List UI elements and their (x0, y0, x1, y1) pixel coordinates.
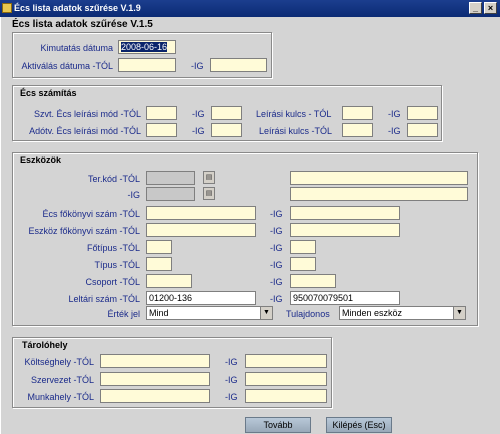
ertek-jel-value: Mind (149, 308, 169, 318)
eszkoz-fokonyvi-label: Eszköz főkönyvi szám -TÓL (28, 226, 140, 236)
munkahely-ig-field[interactable] (245, 389, 327, 403)
kimutatas-datuma-label: Kimutatás dátuma (40, 43, 113, 53)
ecs-fokonyvi-ig-label: -IG (270, 209, 283, 219)
szervezet-ig-label: -IG (225, 375, 238, 385)
leltari-szam-label: Leltári szám -TÓL (68, 294, 140, 304)
leltari-szam-ig-label: -IG (270, 294, 283, 304)
munkahely-tol-field[interactable] (100, 389, 210, 403)
szvt-leirasi-mod-label: Szvt. Écs leírási mód -TÓL (33, 109, 141, 119)
tipus-ig-field[interactable] (290, 257, 316, 271)
kimutatas-datuma-field[interactable]: 2008-06-16 (118, 40, 176, 54)
leirasi-kulcs2-ig-field[interactable] (407, 123, 438, 137)
tipus-ig-label: -IG (270, 260, 283, 270)
tipus-label: Típus -TÓL (94, 260, 140, 270)
ertek-jel-label: Érték jel (107, 309, 140, 319)
ter-kod-ig-lov-icon[interactable]: ▤ (203, 187, 215, 200)
ecs-fokonyvi-tol-field[interactable] (146, 206, 256, 220)
szvt-tol-field[interactable] (146, 106, 177, 120)
fotipus-ig-field[interactable] (290, 240, 316, 254)
aktivalas-tol-field[interactable] (118, 58, 176, 72)
adotv-ig-label: -IG (192, 126, 205, 136)
aktivalas-ig-label: -IG (191, 61, 204, 71)
leltari-szam-tol-field[interactable]: 01200-136 (146, 291, 256, 305)
ter-kod-ig-field[interactable] (146, 187, 195, 201)
csoport-tol-field[interactable] (146, 274, 192, 288)
csoport-label: Csoport -TÓL (85, 277, 140, 287)
leirasi-kulcs2-tol-field[interactable] (342, 123, 373, 137)
kilepes-button[interactable]: Kilépés (Esc) (326, 417, 392, 433)
ertek-jel-dropdown[interactable]: Mind ▼ (146, 306, 273, 320)
eszkoz-fokonyvi-ig-field[interactable] (290, 223, 400, 237)
form-caption: Écs lista adatok szűrése V.1.5 (12, 19, 153, 30)
fotipus-ig-label: -IG (270, 243, 283, 253)
tulajdonos-label: Tulajdonos (286, 309, 330, 319)
adotv-tol-field[interactable] (146, 123, 177, 137)
adotv-leirasi-mod-label: Adótv. Écs leírási mód -TÓL (29, 126, 141, 136)
tipus-tol-field[interactable] (146, 257, 172, 271)
tovabb-button[interactable]: Tovább (245, 417, 311, 433)
munkahely-ig-label: -IG (225, 392, 238, 402)
title-bar: Écs lista adatok szűrése V.1.9 _ × (0, 0, 500, 17)
close-button[interactable]: × (484, 2, 497, 14)
app-icon (2, 3, 12, 13)
szervezet-label: Szervezet -TÓL (30, 375, 94, 385)
ter-kod-ig-desc-field[interactable] (290, 187, 468, 201)
aktivalas-ig-field[interactable] (210, 58, 267, 72)
leirasi-kulcs2-label: Leírási kulcs -TÓL (259, 126, 333, 136)
tulajdonos-dropdown[interactable]: Minden eszköz ▼ (339, 306, 466, 320)
adotv-ig-field[interactable] (211, 123, 242, 137)
eszkozok-title: Eszközök (20, 155, 62, 165)
ecs-szamitas-title: Écs számítás (20, 88, 77, 98)
tulajdonos-value: Minden eszköz (342, 308, 403, 318)
ecs-fokonyvi-ig-field[interactable] (290, 206, 400, 220)
ter-kod-tol-desc-field[interactable] (290, 171, 468, 185)
ecs-fokonyvi-label: Écs főkönyvi szám -TÓL (42, 209, 140, 219)
koltseghely-ig-label: -IG (225, 357, 238, 367)
koltseghely-ig-field[interactable] (245, 354, 327, 368)
chevron-down-icon[interactable]: ▼ (453, 307, 465, 319)
aktivalas-datuma-label: Aktiválás dátuma -TÓL (21, 61, 113, 71)
eszkoz-fokonyvi-ig-label: -IG (270, 226, 283, 236)
szervezet-ig-field[interactable] (245, 372, 327, 386)
szervezet-tol-field[interactable] (100, 372, 210, 386)
eszkoz-fokonyvi-tol-field[interactable] (146, 223, 256, 237)
munkahely-label: Munkahely -TÓL (27, 392, 94, 402)
leltari-szam-ig-field[interactable]: 950070079501 (290, 291, 400, 305)
ter-kod-tol-lov-icon[interactable]: ▤ (203, 171, 215, 184)
leirasi-kulcs2-ig-label: -IG (388, 126, 401, 136)
csoport-ig-label: -IG (270, 277, 283, 287)
leirasi-kulcs-label: Leírási kulcs - TÓL (256, 109, 332, 119)
szvt-ig-label: -IG (192, 109, 205, 119)
fotipus-tol-field[interactable] (146, 240, 172, 254)
csoport-ig-field[interactable] (290, 274, 336, 288)
ter-kod-label: Ter.kód -TÓL (87, 174, 140, 184)
tarolohely-title: Tárolóhely (22, 340, 68, 350)
chevron-down-icon[interactable]: ▼ (260, 307, 272, 319)
koltseghely-label: Költséghely -TÓL (24, 357, 94, 367)
ter-kod-tol-field[interactable] (146, 171, 195, 185)
leirasi-kulcs-tol-field[interactable] (342, 106, 373, 120)
szvt-ig-field[interactable] (211, 106, 242, 120)
minimize-button[interactable]: _ (469, 2, 482, 14)
window-title: Écs lista adatok szűrése V.1.9 (14, 3, 141, 13)
ter-kod-ig-label: -IG (127, 190, 141, 200)
leirasi-kulcs-ig-field[interactable] (407, 106, 438, 120)
koltseghely-tol-field[interactable] (100, 354, 210, 368)
fotipus-label: Főtípus -TÓL (86, 243, 140, 253)
leirasi-kulcs-ig-label: -IG (388, 109, 401, 119)
